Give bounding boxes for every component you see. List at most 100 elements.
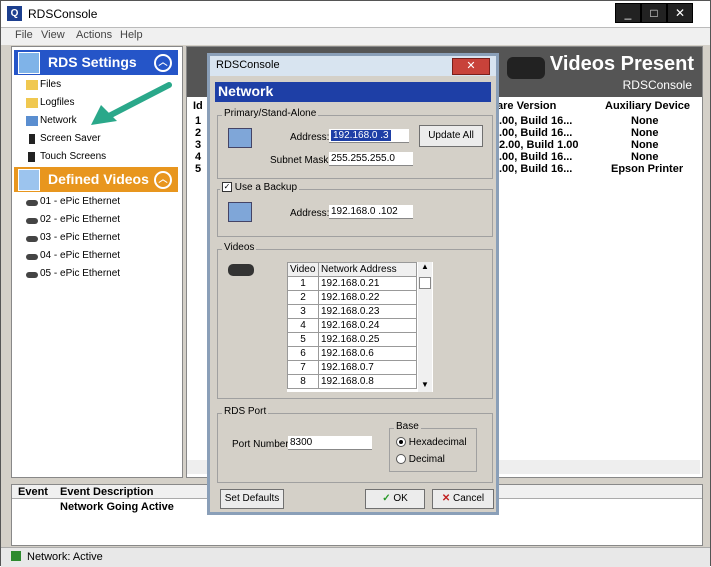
- status-icon: [11, 551, 21, 561]
- table-cell: None: [631, 139, 659, 151]
- table-cell[interactable]: 192.168.0.25: [318, 332, 417, 347]
- address-field[interactable]: 192.168.0 .3: [329, 129, 409, 143]
- table-cell[interactable]: 192.168.0.22: [318, 290, 417, 305]
- table-row[interactable]: 1 192.168.0.21: [287, 276, 417, 291]
- set-defaults-button[interactable]: Set Defaults: [220, 489, 284, 509]
- backup-group-label: ✓ Use a Backup: [220, 182, 300, 193]
- cancel-button[interactable]: ✕ Cancel: [432, 489, 494, 509]
- col-header-video[interactable]: Video: [287, 262, 319, 277]
- collapse-icon[interactable]: ︿: [154, 171, 172, 189]
- device-icon: [26, 272, 38, 278]
- menu-actions[interactable]: Actions: [76, 29, 112, 41]
- event-row-desc: Network Going Active: [60, 501, 174, 513]
- dialog-title-bar: RDSConsole ✕: [210, 56, 496, 76]
- table-row[interactable]: 6 192.168.0.6: [287, 346, 417, 361]
- dialog-title: RDSConsole: [216, 59, 280, 71]
- table-cell[interactable]: 192.168.0.21: [318, 276, 417, 291]
- network-dialog: RDSConsole ✕ Network Primary/Stand-Alone…: [207, 53, 499, 515]
- col-header-network-address[interactable]: Network Address: [318, 262, 417, 277]
- table-cell[interactable]: 192.168.0.7: [318, 360, 417, 375]
- collapse-icon[interactable]: ︿: [154, 54, 172, 72]
- table-row[interactable]: 8 192.168.0.8: [287, 374, 417, 389]
- table-row[interactable]: 2 192.168.0.22: [287, 290, 417, 305]
- table-cell: .00, Build 16...: [499, 163, 573, 175]
- dialog-close-button[interactable]: ✕: [452, 58, 490, 75]
- videos-table[interactable]: Video Network Address 1 192.168.0.21 2 192…: [287, 262, 433, 392]
- backup-group: ✓ Use a Backup Address: 192.168.0 .102: [217, 182, 493, 237]
- subnet-field[interactable]: 255.255.255.0: [329, 152, 413, 166]
- minimize-button[interactable]: _: [615, 3, 641, 23]
- settings-item-label: Touch Screens: [40, 151, 107, 162]
- device-icon: [228, 264, 254, 276]
- settings-item-label: Logfiles: [40, 97, 75, 108]
- col-header-event[interactable]: Event: [18, 486, 48, 498]
- ok-button[interactable]: ✓ OK: [365, 489, 425, 509]
- table-cell: .00, Build 16...: [499, 127, 573, 139]
- checkmark-icon: ✓: [382, 493, 391, 504]
- maximize-button[interactable]: □: [641, 3, 667, 23]
- col-header-event-desc[interactable]: Event Description: [60, 486, 154, 498]
- col-header-id[interactable]: Id: [193, 100, 203, 112]
- close-button[interactable]: ✕: [667, 3, 693, 23]
- table-row[interactable]: 7 192.168.0.7: [287, 360, 417, 375]
- network-icon: [228, 202, 252, 222]
- video-item-label: 03 - ePic Ethernet: [40, 232, 121, 243]
- rds-settings-title: RDS Settings: [48, 54, 137, 70]
- table-row[interactable]: 5 192.168.0.25: [287, 332, 417, 347]
- settings-item-label: Network: [40, 115, 77, 126]
- backup-address-field[interactable]: 192.168.0 .102: [329, 205, 413, 219]
- settings-item-label: Files: [40, 79, 62, 90]
- banner-subtitle: RDSConsole: [622, 78, 692, 92]
- scroll-up-icon[interactable]: ▲: [421, 262, 429, 271]
- col-header-version[interactable]: are Version: [497, 100, 556, 112]
- videos-group-label: Videos: [222, 242, 257, 253]
- dialog-heading-text: Network: [218, 83, 274, 99]
- menu-file[interactable]: File: [15, 29, 33, 41]
- status-text: Network: Active: [27, 551, 103, 563]
- base-group-label: Base: [394, 421, 421, 432]
- banner-title: Videos Present: [549, 53, 694, 75]
- menu-view[interactable]: View: [41, 29, 65, 41]
- update-all-button[interactable]: Update All: [419, 125, 483, 147]
- status-bar: Network: Active: [1, 547, 710, 567]
- radio-decimal[interactable]: Decimal: [396, 454, 445, 465]
- table-cell: 1: [195, 115, 202, 127]
- menu-bar: File View Actions Help: [1, 28, 710, 45]
- table-cell: 3: [195, 139, 202, 151]
- table-cell: 3: [287, 304, 319, 319]
- network-icon: [228, 128, 252, 148]
- port-label: Port Number:: [232, 439, 292, 450]
- defined-videos-title: Defined Videos: [48, 171, 149, 187]
- address-label: Address:: [290, 132, 330, 143]
- table-cell[interactable]: 192.168.0.8: [318, 374, 417, 389]
- defined-videos-header[interactable]: Defined Videos ︿: [14, 167, 178, 192]
- scroll-down-icon[interactable]: ▼: [421, 380, 429, 389]
- table-row[interactable]: 3 192.168.0.23: [287, 304, 417, 319]
- folder-icon: [26, 98, 38, 108]
- device-icon: [507, 57, 545, 79]
- table-cell[interactable]: 192.168.0.6: [318, 346, 417, 361]
- table-cell[interactable]: 192.168.0.24: [318, 318, 417, 333]
- video-item-label: 02 - ePic Ethernet: [40, 214, 121, 225]
- backup-checkbox[interactable]: ✓: [222, 182, 232, 193]
- radio-hexadecimal[interactable]: Hexadecimal: [396, 437, 467, 448]
- radio-label: Decimal: [408, 454, 445, 465]
- scroll-thumb[interactable]: [419, 277, 431, 289]
- table-cell: 5: [195, 163, 202, 175]
- videos-group: Videos Video Network Address 1 192.168.0.…: [217, 242, 493, 399]
- table-row[interactable]: 4 192.168.0.24: [287, 318, 417, 333]
- table-cell[interactable]: 192.168.0.23: [318, 304, 417, 319]
- table-cell: 4: [195, 151, 202, 163]
- vertical-scrollbar[interactable]: ▲ ▼: [418, 262, 432, 392]
- menu-help[interactable]: Help: [120, 29, 143, 41]
- table-cell: 4: [287, 318, 319, 333]
- port-field[interactable]: 8300: [288, 436, 372, 450]
- dialog-heading: Network: [215, 82, 491, 102]
- backup-label: Use a Backup: [234, 182, 298, 193]
- col-header-aux[interactable]: Auxiliary Device: [605, 100, 690, 112]
- ok-label: OK: [393, 493, 408, 504]
- radio-icon: [396, 454, 406, 465]
- rds-port-group: RDS Port Port Number: 8300 Base Hexadeci…: [217, 406, 493, 483]
- rds-settings-header[interactable]: RDS Settings ︿: [14, 50, 178, 75]
- address-value: 192.168.0 .3: [331, 130, 391, 141]
